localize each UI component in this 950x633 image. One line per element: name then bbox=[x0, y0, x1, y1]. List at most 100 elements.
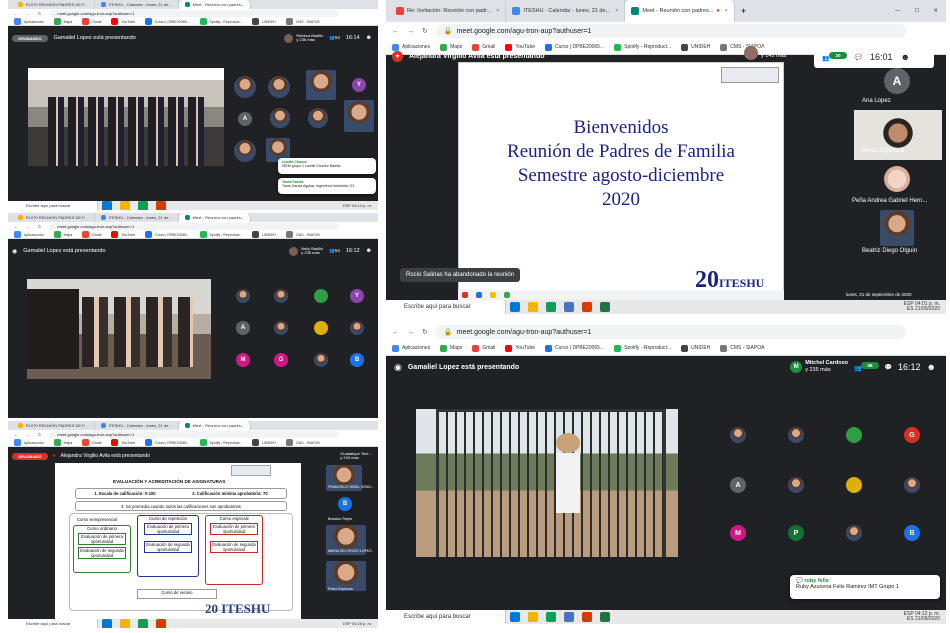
bookmark-youtube[interactable]: YouTube bbox=[505, 43, 535, 51]
bookmark-spotify[interactable]: Spotify - Reproduct... bbox=[614, 344, 671, 352]
bookmark-cms[interactable]: CMS - SIAPOA bbox=[720, 344, 764, 352]
tab-drive[interactable]: EL070 REUNIÓN PADRES DE F... bbox=[12, 421, 95, 430]
powerpoint-icon[interactable] bbox=[582, 302, 592, 312]
tab-calendar[interactable]: ITESHU - Calendar - lunes, 21 de... bbox=[95, 213, 179, 222]
chat-notification[interactable]: Tania Garcia Tania Garcia Aguilar, Ingeni… bbox=[278, 178, 376, 194]
bookmark-gmail[interactable]: Gmail bbox=[82, 231, 101, 238]
chat-icon[interactable]: 💬 bbox=[885, 364, 892, 371]
tab-meet[interactable]: Meet - Reunión con padres... bbox=[178, 421, 252, 430]
toolbar-icon[interactable] bbox=[504, 292, 510, 298]
back-icon[interactable]: ← bbox=[14, 432, 18, 437]
bookmark-gmail[interactable]: Gmail bbox=[82, 18, 101, 25]
bookmark-gmail[interactable]: Gmail bbox=[472, 344, 495, 352]
bookmark-apps[interactable]: Aplicaciones bbox=[14, 439, 44, 446]
new-tab-icon[interactable]: + bbox=[735, 6, 752, 16]
bookmark-unideh[interactable]: UNIDEH bbox=[681, 344, 710, 352]
bookmark-spotify[interactable]: Spotify - Reproduct... bbox=[199, 231, 242, 238]
bookmark-maps[interactable]: Maps bbox=[53, 231, 72, 238]
close-icon[interactable]: × bbox=[496, 8, 499, 14]
close-icon[interactable]: × bbox=[615, 8, 618, 14]
edge-icon[interactable] bbox=[510, 302, 520, 312]
chat-icon[interactable]: 💬 bbox=[855, 54, 862, 61]
tab-drive[interactable]: EL070 REUNIÓN PADRES DE F... bbox=[12, 0, 95, 9]
forward-icon[interactable]: → bbox=[26, 224, 30, 229]
toolbar-icon[interactable] bbox=[490, 292, 496, 298]
close-icon[interactable]: × bbox=[725, 8, 728, 14]
bookmark-apps[interactable]: Aplicaciones bbox=[14, 18, 44, 25]
bookmark-apps[interactable]: Aplicaciones bbox=[392, 344, 430, 352]
bookmark-cms[interactable]: CMS - SIAPOA bbox=[285, 439, 320, 446]
back-icon[interactable]: ← bbox=[14, 11, 18, 16]
chrome-icon[interactable] bbox=[138, 201, 148, 210]
chrome-icon[interactable] bbox=[546, 302, 556, 312]
account-icon[interactable]: ☻ bbox=[366, 248, 378, 254]
url-input[interactable]: meet.google.com/agu-tron-aup?authuser=1 bbox=[49, 222, 338, 230]
chrome-icon[interactable] bbox=[546, 612, 556, 622]
reload-icon[interactable]: ↻ bbox=[38, 224, 41, 229]
bookmark-curso[interactable]: Curso | DPBE20065... bbox=[545, 43, 604, 51]
word-icon[interactable] bbox=[564, 612, 574, 622]
tab-calendar[interactable]: ITESHU - Calendar - lunes, 21 de... bbox=[95, 0, 179, 9]
account-icon[interactable]: ☻ bbox=[366, 35, 378, 41]
chat-notification[interactable]: 💬 ruby felix Ruby Azucena Felix Ramirez I… bbox=[790, 575, 940, 599]
tab-meet[interactable]: Meet - Reunión con padres... ● × bbox=[625, 0, 735, 22]
url-input[interactable]: 🔒 meet.google.com/agu-tron-aup?authuser=1 bbox=[435, 324, 906, 340]
bookmark-youtube[interactable]: YouTube bbox=[505, 344, 535, 352]
bookmark-spotify[interactable]: Spotify - Reproduct... bbox=[199, 439, 242, 446]
bookmark-curso[interactable]: Curso | DPBE20065... bbox=[145, 439, 190, 446]
bookmark-curso[interactable]: Curso | DPBE20065... bbox=[545, 344, 604, 352]
bookmark-curso[interactable]: Curso | DPBE20065... bbox=[145, 231, 190, 238]
bookmark-youtube[interactable]: YouTube bbox=[111, 439, 135, 446]
bookmark-maps[interactable]: Maps bbox=[53, 439, 72, 446]
account-icon[interactable]: ☻ bbox=[927, 362, 946, 372]
excel-icon[interactable] bbox=[600, 302, 610, 312]
edge-icon[interactable] bbox=[510, 612, 520, 622]
back-icon[interactable]: ← bbox=[392, 28, 399, 35]
word-icon[interactable] bbox=[564, 302, 574, 312]
explorer-icon[interactable] bbox=[528, 302, 538, 312]
edge-icon[interactable] bbox=[102, 619, 112, 628]
bookmark-youtube[interactable]: YouTube bbox=[111, 18, 135, 25]
tab-calendar[interactable]: ITESHU - Calendar - lunes, 21 de... bbox=[95, 421, 179, 430]
window-close-icon[interactable]: ✕ bbox=[933, 8, 938, 14]
reload-icon[interactable]: ↻ bbox=[422, 328, 428, 336]
reload-icon[interactable]: ↻ bbox=[38, 11, 41, 16]
bookmark-unideh[interactable]: UNIDEH bbox=[252, 439, 276, 446]
excel-icon[interactable] bbox=[600, 612, 610, 622]
explorer-icon[interactable] bbox=[120, 619, 130, 628]
tab-gmail[interactable]: Re: Invitación: Reunión con padr... × bbox=[390, 0, 507, 22]
toolbar-icon[interactable] bbox=[476, 292, 482, 298]
forward-icon[interactable]: → bbox=[407, 329, 414, 336]
bookmark-youtube[interactable]: YouTube bbox=[111, 231, 135, 238]
back-icon[interactable]: ← bbox=[14, 224, 18, 229]
bookmark-spotify[interactable]: Spotify - Reproduct... bbox=[614, 43, 671, 51]
taskbar-search[interactable]: Escribe aquí para buscar bbox=[386, 300, 506, 314]
chat-notification[interactable]: Lizette Chavez ISEM grupo 1 Lizette Chave… bbox=[278, 158, 376, 174]
people-icon[interactable]: 👥96 bbox=[854, 361, 879, 372]
edge-icon[interactable] bbox=[102, 201, 112, 210]
reload-icon[interactable]: ↻ bbox=[422, 27, 428, 35]
tab-drive[interactable]: EL070 REUNIÓN PADRES DE F... bbox=[12, 213, 95, 222]
bookmark-apps[interactable]: Aplicaciones bbox=[14, 231, 44, 238]
bookmark-unideh[interactable]: UNIDEH bbox=[681, 43, 710, 51]
back-icon[interactable]: ← bbox=[392, 329, 399, 336]
bookmark-maps[interactable]: Maps bbox=[53, 18, 72, 25]
chrome-icon[interactable] bbox=[138, 619, 148, 628]
taskbar-search[interactable]: Escribe aquí para buscar bbox=[8, 619, 98, 628]
bookmark-unideh[interactable]: UNIDEH bbox=[252, 231, 276, 238]
bookmark-cms[interactable]: CMS - SIAPOA bbox=[285, 231, 320, 238]
explorer-icon[interactable] bbox=[120, 201, 130, 210]
bookmark-gmail[interactable]: Gmail bbox=[82, 439, 101, 446]
people-icon[interactable]: 👥54 bbox=[329, 35, 340, 41]
bookmark-cms[interactable]: CMS - SIAPOA bbox=[285, 18, 320, 25]
forward-icon[interactable]: → bbox=[407, 28, 414, 35]
url-input[interactable]: meet.google.com/agu-tron-aup?authuser=1 bbox=[49, 9, 338, 17]
toolbar-icon[interactable] bbox=[462, 292, 468, 298]
bookmark-gmail[interactable]: Gmail bbox=[472, 43, 495, 51]
bookmark-spotify[interactable]: Spotify - Reproduct... bbox=[199, 18, 242, 25]
bookmark-curso[interactable]: Curso | DPBE20065... bbox=[145, 18, 190, 25]
url-input[interactable]: meet.google.com/agu-tron-aup?authuser=1 bbox=[49, 430, 338, 438]
account-icon[interactable]: ☻ bbox=[901, 52, 910, 62]
people-icon[interactable]: 👥20 bbox=[822, 51, 847, 62]
powerpoint-icon[interactable] bbox=[156, 201, 166, 210]
